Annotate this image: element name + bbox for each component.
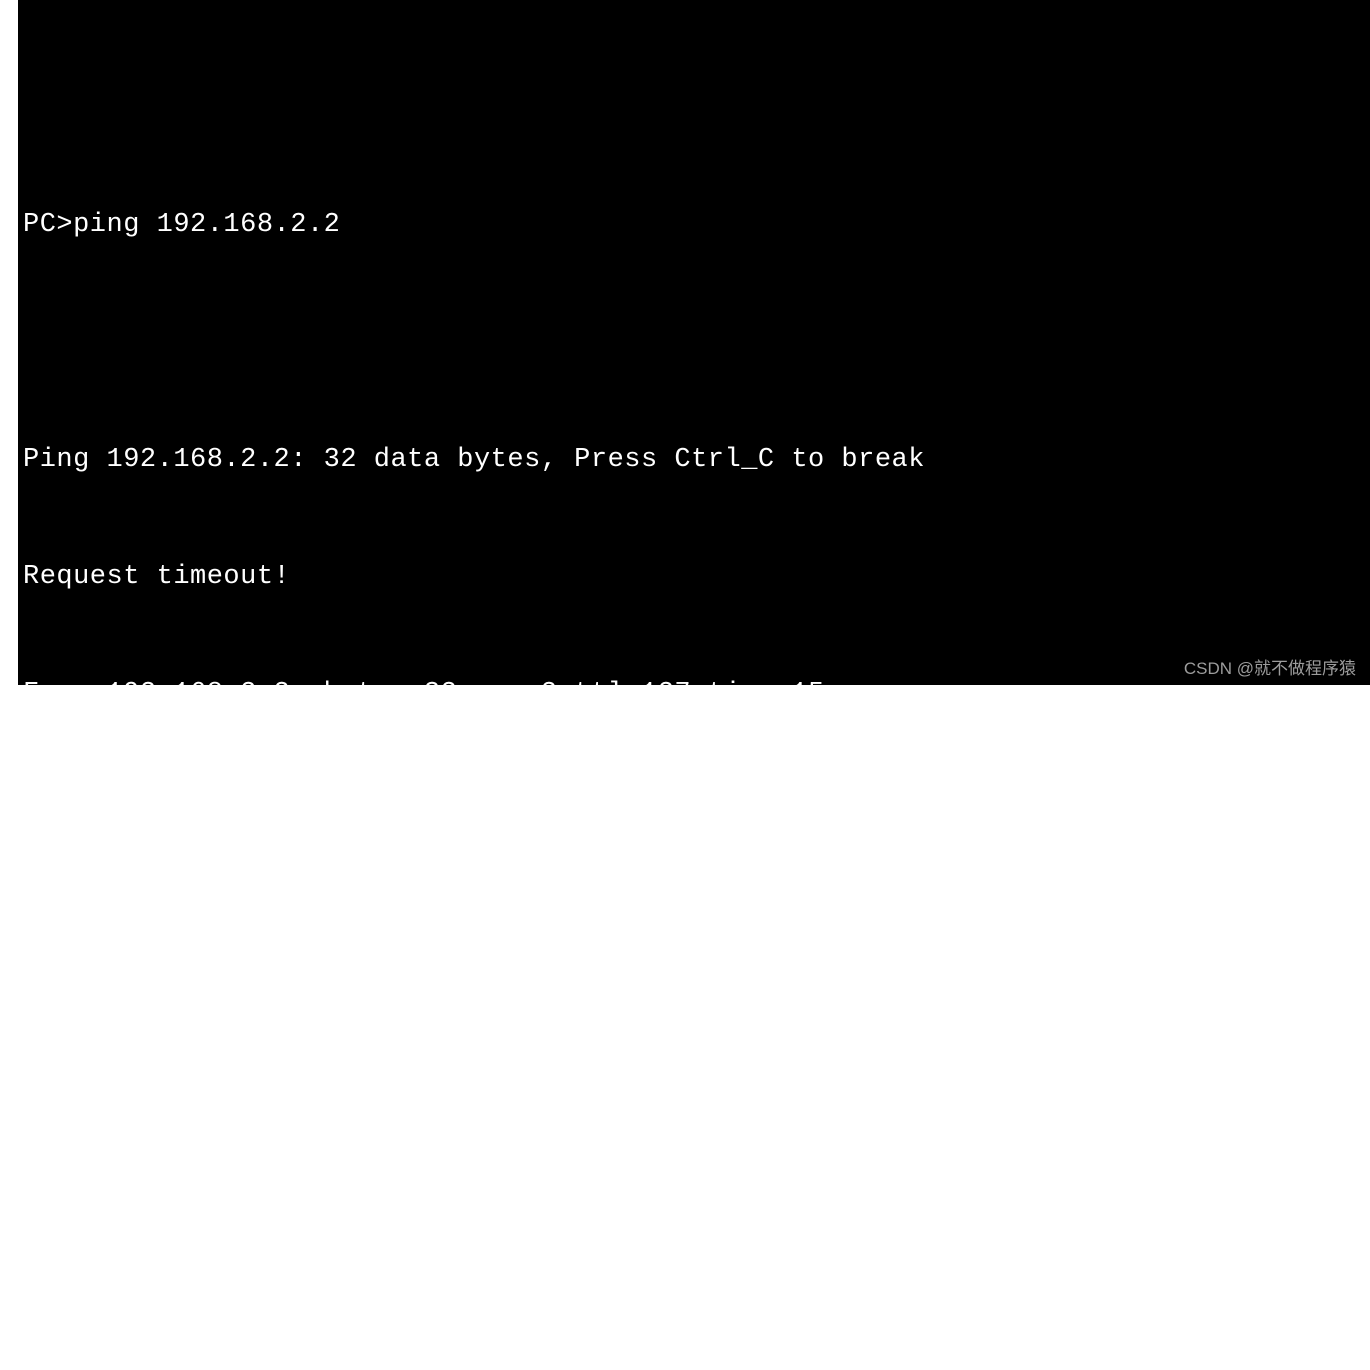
terminal-command-line: PC>ping 192.168.2.2: [23, 206, 1370, 245]
terminal-line: [23, 88, 1370, 127]
terminal-line: [23, 323, 1370, 362]
terminal-timeout: Request timeout!: [23, 558, 1370, 597]
terminal-reply: From 192.168.2.2: bytes=32 seq=5 ttl=127…: [23, 1028, 1370, 1067]
terminal-reply: From 192.168.2.2: bytes=32 seq=4 ttl=127…: [23, 910, 1370, 949]
terminal-window[interactable]: PC>ping 192.168.2.2 Ping 192.168.2.2: 32…: [18, 0, 1370, 685]
watermark-text: CSDN @就不做程序猿: [1184, 654, 1356, 679]
terminal-ping-header: Ping 192.168.2.2: 32 data bytes, Press C…: [23, 441, 1370, 480]
terminal-reply: From 192.168.2.2: bytes=32 seq=2 ttl=127…: [23, 675, 1370, 714]
terminal-stats-header: --- 192.168.2.2 ping statistics ---: [23, 1263, 1370, 1302]
terminal-line: [23, 1145, 1370, 1184]
terminal-reply: From 192.168.2.2: bytes=32 seq=3 ttl=127…: [23, 793, 1370, 832]
